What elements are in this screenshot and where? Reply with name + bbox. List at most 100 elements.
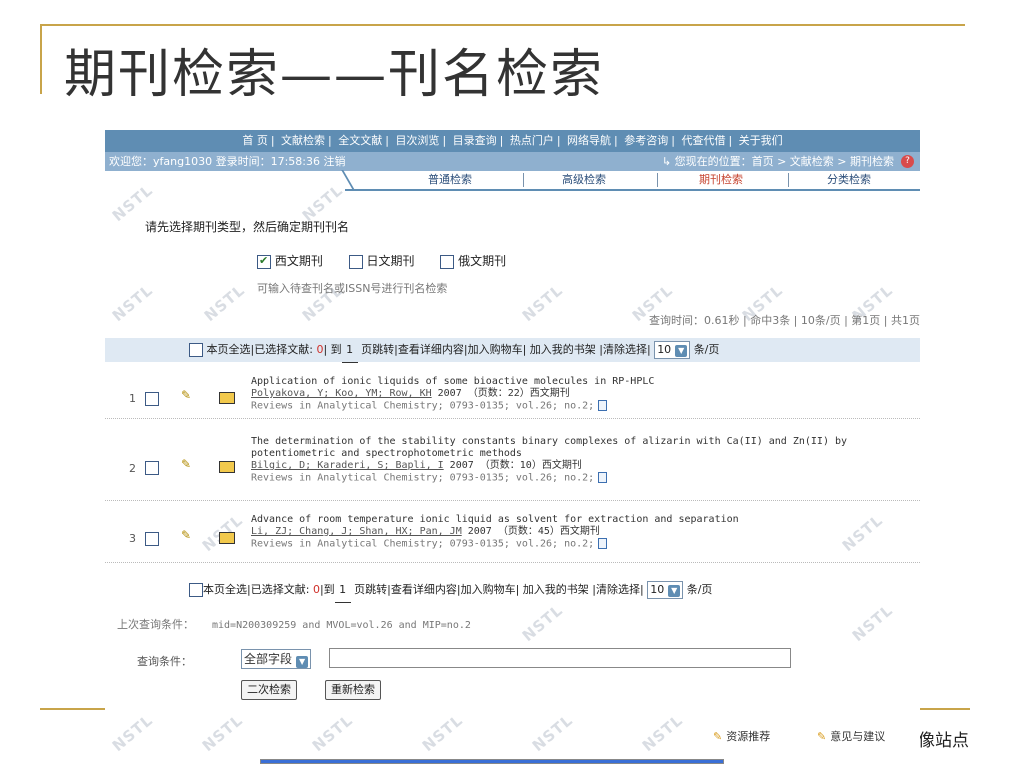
result-content: Application of ionic liquids of some bio… bbox=[251, 376, 916, 413]
document-icon[interactable] bbox=[598, 400, 608, 411]
goto-page-link[interactable]: 页跳转 bbox=[354, 583, 387, 596]
feedback-label: 意见与建议 bbox=[830, 730, 886, 743]
goto-page-link[interactable]: 页跳转 bbox=[361, 343, 394, 356]
japanese-journal-checkbox[interactable] bbox=[348, 254, 363, 269]
secondary-search-button[interactable]: 二次检索 bbox=[241, 680, 297, 700]
mark-icon[interactable]: ✎ bbox=[181, 457, 191, 471]
pencil-icon: ✎ bbox=[817, 730, 827, 743]
result-title[interactable]: Application of ionic liquids of some bio… bbox=[251, 376, 916, 388]
result-toolbar-top: 本页全选|已选择文献: 0| 到1 页跳转|查看详细内容|加入购物车| 加入我的… bbox=[105, 338, 920, 363]
option-label: 日文期刊 bbox=[366, 254, 415, 268]
result-content: Advance of room temperature ionic liquid… bbox=[251, 514, 916, 551]
document-icon[interactable] bbox=[598, 538, 608, 549]
journal-type-options: 西文期刊 日文期刊 俄文期刊 bbox=[257, 252, 528, 269]
tab-basic-search[interactable]: 普通检索 bbox=[428, 171, 472, 189]
select-all-checkbox[interactable] bbox=[189, 583, 203, 597]
result-checkbox[interactable] bbox=[145, 392, 159, 406]
feedback-link[interactable]: ✎ 意见与建议 bbox=[817, 726, 885, 748]
mark-icon[interactable]: ✎ bbox=[181, 528, 191, 542]
view-detail-link[interactable]: 查看详细内容 bbox=[398, 343, 464, 356]
help-icon[interactable]: ? bbox=[901, 155, 914, 168]
watermark: NSTL bbox=[848, 600, 897, 646]
selected-count: 0 bbox=[312, 583, 320, 596]
nav-item-hot-portal[interactable]: 热点门户 bbox=[510, 134, 554, 147]
per-page-unit: 条/页 bbox=[686, 583, 713, 596]
nav-item-about[interactable]: 关于我们 bbox=[739, 134, 783, 147]
cut-off-bar bbox=[260, 759, 724, 764]
field-select[interactable]: 全部字段 ▼ bbox=[241, 649, 312, 669]
query-input[interactable] bbox=[329, 648, 791, 668]
result-title[interactable]: The determination of the stability const… bbox=[251, 436, 916, 460]
add-cart-link[interactable]: 加入购物车 bbox=[461, 583, 516, 596]
tab-journal-search[interactable]: 期刊检索 bbox=[699, 171, 743, 189]
query-label: 查询条件： bbox=[137, 655, 192, 668]
option-russian-journal[interactable]: 俄文期刊 bbox=[440, 254, 506, 269]
add-shelf-link[interactable]: 加入我的书架 bbox=[530, 343, 596, 356]
nav-item-home[interactable]: 首 页 bbox=[242, 134, 268, 147]
resource-recommend-link[interactable]: ✎ 资源推荐 bbox=[713, 726, 770, 748]
western-journal-checkbox[interactable] bbox=[257, 254, 271, 269]
select-all-checkbox[interactable] bbox=[189, 343, 203, 357]
result-authors[interactable]: Bilgic, D; Karaderi, S; Bapli, I bbox=[251, 460, 444, 471]
nav-item-web-nav[interactable]: 网络导航 bbox=[567, 134, 611, 147]
document-icon[interactable] bbox=[598, 472, 608, 483]
tab-category-search[interactable]: 分类检索 bbox=[827, 171, 871, 189]
nav-item-proxy-borrow[interactable]: 代查代借 bbox=[681, 134, 725, 147]
mark-icon[interactable]: ✎ bbox=[181, 388, 191, 402]
per-page-unit: 条/页 bbox=[693, 343, 720, 356]
view-detail-link[interactable]: 查看详细内容 bbox=[391, 583, 457, 596]
nav-item-toc-browse[interactable]: 目次浏览 bbox=[395, 134, 439, 147]
per-page-select[interactable]: 10 ▼ bbox=[654, 341, 691, 359]
folder-icon[interactable] bbox=[219, 532, 235, 544]
per-page-select[interactable]: 10 ▼ bbox=[647, 581, 684, 599]
result-title[interactable]: Advance of room temperature ionic liquid… bbox=[251, 514, 916, 526]
slide-title: 期刊检索——刊名检索 bbox=[64, 45, 605, 105]
result-meta: 2007 （页数：22）西文期刊 bbox=[431, 388, 570, 399]
chevron-down-icon: ▼ bbox=[296, 655, 309, 668]
nav-item-catalog-query[interactable]: 目录查询 bbox=[453, 134, 497, 147]
nav-item-reference[interactable]: 参考咨询 bbox=[624, 134, 668, 147]
selected-label: 已选择文献: bbox=[254, 343, 313, 356]
clear-selection-link[interactable]: 清除选择 bbox=[603, 343, 647, 356]
tab-advanced-search[interactable]: 高级检索 bbox=[562, 171, 606, 189]
result-content: The determination of the stability const… bbox=[251, 436, 916, 485]
page-input[interactable]: 1 bbox=[341, 338, 358, 363]
welcome-text: 欢迎您：yfang1030 登录时间：17:58:36 注销 bbox=[109, 155, 346, 168]
footer-links: ✎ 资源推荐 ✎ 意见与建议 bbox=[105, 726, 920, 748]
result-stats: 查询时间：0.61秒 | 命中3条 | 10条/页 | 第1页 | 共1页 bbox=[649, 314, 920, 327]
tab-separator bbox=[657, 173, 658, 187]
welcome-bar: 欢迎您：yfang1030 登录时间：17:58:36 注销 ↳ 您现在的位置：… bbox=[105, 152, 920, 171]
breadcrumb-text: 您现在的位置：首页 > 文献检索 > 期刊检索 bbox=[674, 155, 894, 168]
clear-selection-link[interactable]: 清除选择 bbox=[596, 583, 640, 596]
result-checkbox[interactable] bbox=[145, 532, 159, 546]
result-index: 2 bbox=[129, 462, 136, 475]
result-checkbox[interactable] bbox=[145, 461, 159, 475]
search-hint: 可输入待查刊名或ISSN号进行刊名检索 bbox=[257, 282, 448, 295]
result-row: 1 ✎ Application of ionic liquids of some… bbox=[105, 370, 920, 419]
goto-label: 到 bbox=[323, 583, 335, 596]
add-cart-link[interactable]: 加入购物车 bbox=[468, 343, 523, 356]
chevron-down-icon: ▼ bbox=[668, 585, 681, 597]
russian-journal-checkbox[interactable] bbox=[440, 254, 455, 269]
nav-item-fulltext[interactable]: 全文文献 bbox=[338, 134, 382, 147]
option-western-journal[interactable]: 西文期刊 bbox=[257, 254, 323, 269]
add-shelf-link[interactable]: 加入我的书架 bbox=[523, 583, 589, 596]
select-all-label[interactable]: 本页全选 bbox=[203, 583, 247, 596]
nav-item-literature-search[interactable]: 文献检索 bbox=[281, 134, 325, 147]
option-label: 西文期刊 bbox=[274, 254, 323, 268]
result-authors[interactable]: Li, ZJ; Chang, J; Shan, HX; Pan, JM bbox=[251, 526, 462, 537]
result-row: 2 ✎ The determination of the stability c… bbox=[105, 430, 920, 501]
option-japanese-journal[interactable]: 日文期刊 bbox=[348, 254, 415, 269]
select-all-label[interactable]: 本页全选 bbox=[207, 343, 251, 356]
result-authors[interactable]: Polyakova, Y; Koo, YM; Row, KH bbox=[251, 388, 432, 399]
per-page-value: 10 bbox=[650, 583, 665, 596]
tab-separator bbox=[788, 173, 789, 187]
breadcrumb: ↳ 您现在的位置：首页 > 文献检索 > 期刊检索 bbox=[662, 152, 894, 171]
folder-icon[interactable] bbox=[219, 461, 235, 473]
new-search-button[interactable]: 重新检索 bbox=[325, 680, 381, 700]
folder-icon[interactable] bbox=[219, 392, 235, 404]
per-page-value: 10 bbox=[657, 343, 672, 356]
slide-tail-text: 像站点 bbox=[918, 731, 969, 751]
resource-recommend-label: 资源推荐 bbox=[726, 730, 771, 743]
page-input[interactable]: 1 bbox=[334, 578, 351, 603]
